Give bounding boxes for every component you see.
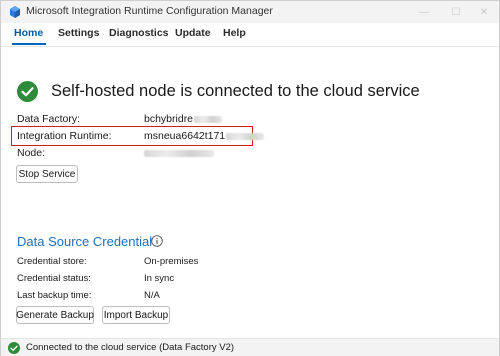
connection-status-headline: Self-hosted node is connected to the clo… bbox=[51, 82, 420, 100]
data-factory-value: bchybridre bbox=[144, 113, 223, 125]
main-tabs: Home Settings Diagnostics Update Help bbox=[1, 23, 499, 47]
info-icon[interactable] bbox=[151, 235, 163, 247]
last-backup-time-value: N/A bbox=[144, 290, 160, 301]
status-bar: Connected to the cloud service (Data Fac… bbox=[1, 338, 499, 356]
close-button[interactable]: ✕ bbox=[469, 1, 499, 23]
integration-runtime-label: Integration Runtime: bbox=[17, 130, 112, 142]
redacted-blur bbox=[194, 115, 223, 123]
stop-service-button[interactable]: Stop Service bbox=[16, 165, 78, 183]
node-value bbox=[144, 147, 214, 159]
redacted-blur bbox=[226, 132, 265, 140]
integration-runtime-value: msneua6642t171 bbox=[144, 130, 265, 142]
redacted-blur bbox=[144, 149, 214, 157]
data-source-credential-title: Data Source Credential bbox=[17, 234, 153, 249]
credential-status-value: In sync bbox=[144, 273, 175, 284]
check-circle-icon bbox=[8, 342, 20, 354]
tab-diagnostics[interactable]: Diagnostics bbox=[109, 27, 169, 39]
status-bar-text: Connected to the cloud service (Data Fac… bbox=[26, 342, 235, 353]
integration-runtime-app-icon bbox=[10, 6, 20, 18]
app-window: Microsoft Integration Runtime Configurat… bbox=[0, 0, 500, 356]
maximize-button[interactable]: ☐ bbox=[441, 1, 471, 23]
credential-status-label: Credential status: bbox=[17, 273, 91, 284]
node-label: Node: bbox=[17, 147, 46, 159]
credential-store-value: On-premises bbox=[144, 256, 199, 267]
check-circle-icon bbox=[17, 81, 38, 102]
import-backup-button[interactable]: Import Backup bbox=[102, 306, 170, 324]
active-tab-indicator bbox=[12, 43, 46, 45]
credential-store-label: Credential store: bbox=[17, 256, 87, 267]
tab-help[interactable]: Help bbox=[223, 27, 246, 39]
tab-update[interactable]: Update bbox=[175, 27, 211, 39]
last-backup-time-label: Last backup time: bbox=[17, 290, 92, 301]
title-bar: Microsoft Integration Runtime Configurat… bbox=[1, 1, 499, 23]
tab-settings[interactable]: Settings bbox=[58, 27, 99, 39]
data-factory-label: Data Factory: bbox=[17, 113, 81, 125]
window-title: Microsoft Integration Runtime Configurat… bbox=[26, 5, 273, 17]
tab-home[interactable]: Home bbox=[14, 27, 43, 39]
generate-backup-button[interactable]: Generate Backup bbox=[16, 306, 94, 324]
minimize-button[interactable]: — bbox=[409, 1, 439, 23]
